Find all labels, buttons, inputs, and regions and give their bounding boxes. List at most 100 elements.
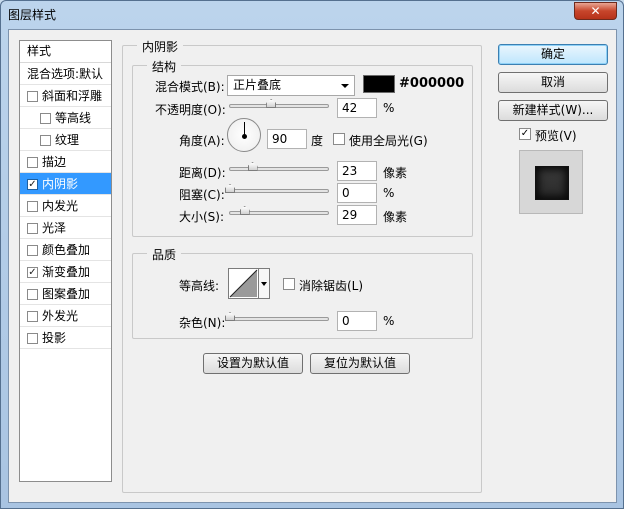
style-item-label: 内发光: [42, 199, 79, 213]
style-item[interactable]: ✓ 内阴影: [20, 173, 111, 195]
style-item[interactable]: 描边: [20, 151, 111, 173]
quality-title: 品质: [147, 246, 182, 263]
antialias-checkbox[interactable]: [283, 278, 295, 290]
noise-label: 杂色(N):: [179, 316, 226, 330]
structure-title: 结构: [147, 58, 182, 75]
global-light-label[interactable]: 使用全局光(G): [349, 132, 428, 149]
size-input[interactable]: 29: [337, 205, 377, 225]
angle-center-dot: [242, 134, 247, 139]
style-item[interactable]: 混合选项:默认: [20, 63, 111, 85]
ok-button[interactable]: 确定: [498, 44, 608, 65]
style-item-checkbox[interactable]: [27, 223, 38, 234]
noise-slider-thumb[interactable]: [225, 312, 235, 321]
global-light-checkbox[interactable]: [333, 133, 345, 145]
style-item-label: 纹理: [55, 133, 80, 147]
style-item-checkbox[interactable]: ✓: [27, 179, 38, 190]
shadow-color-hex: #000000: [399, 76, 465, 91]
cancel-button[interactable]: 取消: [498, 72, 608, 93]
dialog-body: 样式 混合选项:默认斜面和浮雕等高线纹理描边 ✓ 内阴影内发光光泽颜色叠加 ✓ 渐变叠加…: [8, 29, 617, 503]
contour-label: 等高线:: [179, 279, 220, 293]
distance-input[interactable]: 23: [337, 161, 377, 181]
style-item-checkbox[interactable]: [27, 245, 38, 256]
style-item-label: 斜面和浮雕: [42, 89, 103, 103]
distance-label: 距离(D):: [179, 166, 226, 180]
new-style-button[interactable]: 新建样式(W)...: [498, 100, 608, 121]
style-item-label: 颜色叠加: [42, 243, 91, 257]
choke-input[interactable]: 0: [337, 183, 377, 203]
title-bar[interactable]: 图层样式 ✕: [1, 1, 623, 29]
style-item-checkbox[interactable]: [27, 201, 38, 212]
style-item[interactable]: 投影: [20, 327, 111, 349]
style-item[interactable]: 外发光: [20, 305, 111, 327]
choke-slider[interactable]: [225, 184, 329, 193]
style-item-label: 图案叠加: [42, 287, 91, 301]
angle-unit: 度: [311, 134, 324, 148]
angle-input[interactable]: 90: [267, 129, 307, 149]
angle-dial[interactable]: [227, 118, 261, 152]
size-unit: 像素: [383, 210, 408, 224]
style-item-checkbox[interactable]: [40, 113, 51, 124]
distance-slider-thumb[interactable]: [247, 162, 258, 171]
style-item-checkbox[interactable]: [27, 333, 38, 344]
noise-slider[interactable]: [225, 312, 329, 321]
choke-slider-thumb[interactable]: [225, 184, 235, 193]
size-slider[interactable]: [229, 206, 329, 215]
styles-header[interactable]: 样式: [20, 41, 111, 63]
choke-unit: %: [383, 186, 395, 200]
opacity-slider[interactable]: [229, 99, 329, 108]
layer-style-dialog: 图层样式 ✕ 样式 混合选项:默认斜面和浮雕等高线纹理描边 ✓ 内阴影内发光光泽颜色…: [0, 0, 624, 509]
opacity-input[interactable]: 42: [337, 98, 377, 118]
set-default-button[interactable]: 设置为默认值: [203, 353, 303, 374]
style-item-checkbox[interactable]: [27, 91, 38, 102]
style-item[interactable]: 内发光: [20, 195, 111, 217]
style-item[interactable]: 光泽: [20, 217, 111, 239]
shadow-color-swatch[interactable]: [363, 75, 395, 93]
inner-shadow-title: 内阴影: [137, 38, 184, 55]
style-item-checkbox[interactable]: [27, 311, 38, 322]
antialias-label[interactable]: 消除锯齿(L): [299, 277, 363, 294]
blend-mode-select[interactable]: 正片叠底: [227, 75, 355, 96]
style-item-label: 投影: [42, 331, 67, 345]
style-item-checkbox[interactable]: [40, 135, 51, 146]
blend-mode-label: 混合模式(B):: [155, 80, 225, 94]
style-item-label: 混合选项:默认: [27, 67, 104, 81]
style-item[interactable]: 斜面和浮雕: [20, 85, 111, 107]
distance-slider[interactable]: [229, 162, 329, 171]
chevron-down-icon: [341, 84, 349, 88]
style-item-label: 内阴影: [42, 177, 79, 191]
style-item[interactable]: 颜色叠加: [20, 239, 111, 261]
style-item-label: 光泽: [42, 221, 67, 235]
style-item-checkbox[interactable]: [27, 157, 38, 168]
style-item-checkbox[interactable]: ✓: [27, 267, 38, 278]
preview-swatch: [535, 166, 569, 200]
noise-input[interactable]: 0: [337, 311, 377, 331]
opacity-unit: %: [383, 101, 395, 115]
choke-label: 阻塞(C):: [179, 188, 225, 202]
window-title: 图层样式: [8, 8, 57, 22]
style-item[interactable]: 纹理: [20, 129, 111, 151]
contour-dropdown[interactable]: [259, 268, 270, 299]
reset-default-button[interactable]: 复位为默认值: [310, 353, 410, 374]
opacity-slider-thumb[interactable]: [266, 99, 277, 108]
inner-shadow-group: 内阴影 结构 混合模式(B): 正片叠底 #000000 不透明度(O): 42…: [122, 38, 482, 493]
style-item[interactable]: 等高线: [20, 107, 111, 129]
preview-label[interactable]: 预览(V): [535, 127, 577, 144]
style-item[interactable]: 图案叠加: [20, 283, 111, 305]
distance-unit: 像素: [383, 166, 408, 180]
style-item-checkbox[interactable]: [27, 289, 38, 300]
preview-checkbox[interactable]: ✓: [519, 128, 531, 140]
style-item-label: 描边: [42, 155, 67, 169]
close-button[interactable]: ✕: [574, 2, 617, 20]
opacity-label: 不透明度(O):: [155, 103, 226, 117]
style-item-label: 外发光: [42, 309, 79, 323]
size-label: 大小(S):: [179, 210, 225, 224]
contour-picker[interactable]: [228, 268, 259, 299]
noise-unit: %: [383, 314, 395, 328]
angle-label: 角度(A):: [179, 134, 225, 148]
structure-group: 结构 混合模式(B): 正片叠底 #000000 不透明度(O): 42 % 角…: [132, 58, 473, 237]
style-preview: [519, 150, 583, 214]
contour-curve-icon: [229, 269, 258, 298]
blend-mode-value: 正片叠底: [233, 78, 282, 92]
size-slider-thumb[interactable]: [239, 206, 250, 215]
style-item[interactable]: ✓ 渐变叠加: [20, 261, 111, 283]
